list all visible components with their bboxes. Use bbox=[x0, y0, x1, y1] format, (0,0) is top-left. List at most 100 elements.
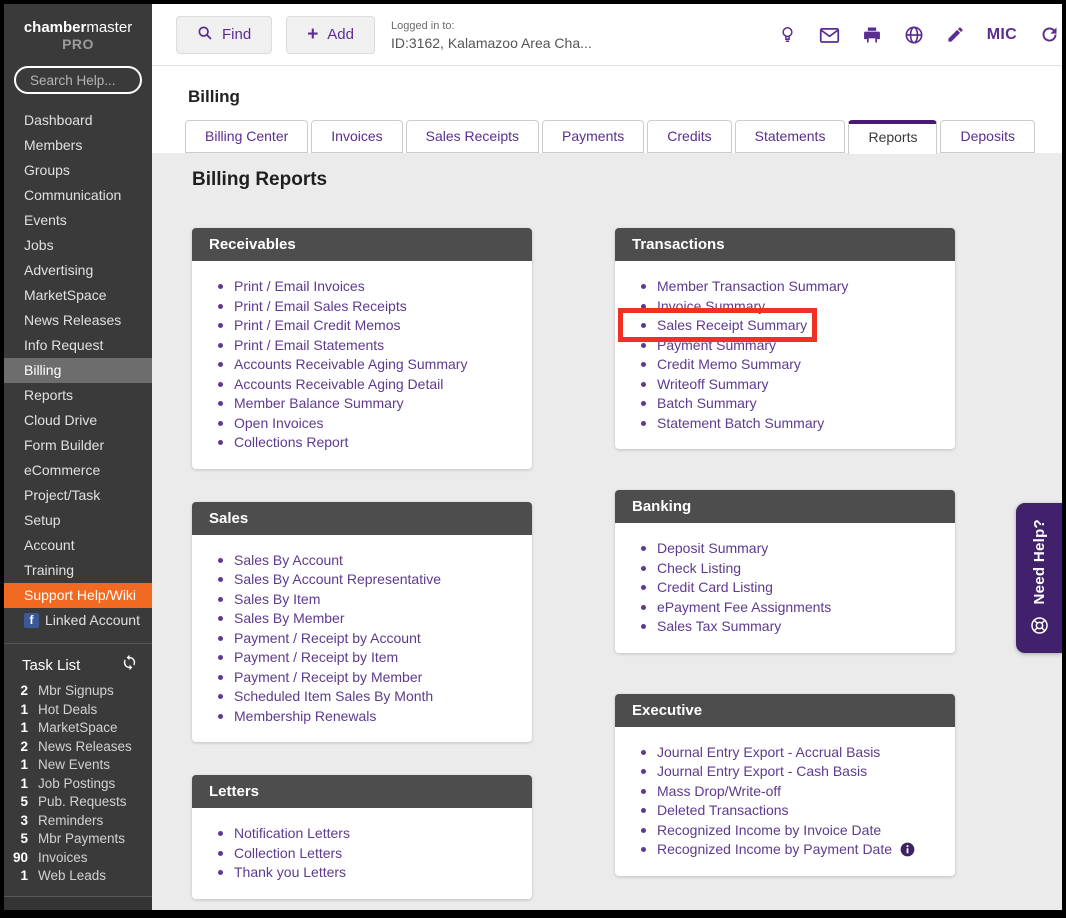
sidebar-item-communication[interactable]: Communication bbox=[4, 183, 152, 208]
report-link-writeoff-summary[interactable]: Writeoff Summary bbox=[641, 375, 941, 395]
report-link-accounts-receivable-aging-summary[interactable]: Accounts Receivable Aging Summary bbox=[218, 355, 518, 375]
report-link-membership-renewals[interactable]: Membership Renewals bbox=[218, 707, 518, 727]
report-link-sales-by-account[interactable]: Sales By Account bbox=[218, 551, 518, 571]
find-button[interactable]: Find bbox=[176, 15, 273, 54]
report-link-sales-by-account-representative[interactable]: Sales By Account Representative bbox=[218, 570, 518, 590]
sidebar-item-info-request[interactable]: Info Request bbox=[4, 333, 152, 358]
report-link-thank-you-letters[interactable]: Thank you Letters bbox=[218, 863, 518, 883]
task-item-reminders[interactable]: 3 Reminders bbox=[4, 812, 152, 831]
sidebar-item-marketspace[interactable]: MarketSpace bbox=[4, 283, 152, 308]
report-link-notification-letters[interactable]: Notification Letters bbox=[218, 824, 518, 844]
sidebar-item-ecommerce[interactable]: eCommerce bbox=[4, 458, 152, 483]
report-link-member-transaction-summary[interactable]: Member Transaction Summary bbox=[641, 277, 941, 297]
report-link-collections-report[interactable]: Collections Report bbox=[218, 433, 518, 453]
report-link-invoice-summary[interactable]: Invoice Summary bbox=[641, 297, 941, 317]
app-window: chambermaster PRO Dashboard Members Groups… bbox=[4, 4, 1062, 910]
task-item-new-events[interactable]: 1 New Events bbox=[4, 756, 152, 775]
report-link-credit-memo-summary[interactable]: Credit Memo Summary bbox=[641, 355, 941, 375]
tab-reports[interactable]: Reports bbox=[848, 120, 938, 154]
sidebar-item-news-releases[interactable]: News Releases bbox=[4, 308, 152, 333]
sidebar-item-account[interactable]: Account bbox=[4, 533, 152, 558]
report-link-statement-batch-summary[interactable]: Statement Batch Summary bbox=[641, 414, 941, 434]
mic-menu[interactable]: MIC bbox=[987, 26, 1017, 44]
pencil-icon[interactable] bbox=[946, 25, 965, 44]
add-button[interactable]: + Add bbox=[286, 15, 375, 54]
report-link-payment-receipt-by-member[interactable]: Payment / Receipt by Member bbox=[218, 668, 518, 688]
tab-statements[interactable]: Statements bbox=[734, 120, 846, 153]
report-link-sales-tax-summary[interactable]: Sales Tax Summary bbox=[641, 617, 941, 637]
task-item-mbr-signups[interactable]: 2 Mbr Signups bbox=[4, 682, 152, 701]
report-link-open-invoices[interactable]: Open Invoices bbox=[218, 414, 518, 434]
report-link-payment-receipt-by-item[interactable]: Payment / Receipt by Item bbox=[218, 648, 518, 668]
report-link-accounts-receivable-aging-detail[interactable]: Accounts Receivable Aging Detail bbox=[218, 375, 518, 395]
report-link-scheduled-item-sales-by-month[interactable]: Scheduled Item Sales By Month bbox=[218, 687, 518, 707]
tab-credits[interactable]: Credits bbox=[647, 120, 732, 153]
task-item-mbr-payments[interactable]: 5 Mbr Payments bbox=[4, 830, 152, 849]
report-link-print-email-sales-receipts[interactable]: Print / Email Sales Receipts bbox=[218, 297, 518, 317]
tab-sales-receipts[interactable]: Sales Receipts bbox=[405, 120, 540, 153]
bullet bbox=[641, 565, 646, 571]
report-link-deleted-transactions[interactable]: Deleted Transactions bbox=[641, 801, 941, 821]
refresh-icon[interactable] bbox=[1039, 24, 1060, 45]
sidebar-item-reports[interactable]: Reports bbox=[4, 383, 152, 408]
report-link-payment-summary[interactable]: Payment Summary bbox=[641, 336, 941, 356]
need-help-tab[interactable]: Need Help? bbox=[1016, 503, 1062, 653]
sidebar-item-groups[interactable]: Groups bbox=[4, 158, 152, 183]
task-item-web-leads[interactable]: 1 Web Leads bbox=[4, 867, 152, 886]
report-link-epayment-fee-assignments[interactable]: ePayment Fee Assignments bbox=[641, 598, 941, 618]
report-link-sales-by-item[interactable]: Sales By Item bbox=[218, 590, 518, 610]
sidebar-item-label: Groups bbox=[24, 162, 70, 178]
task-item-marketspace[interactable]: 1 MarketSpace bbox=[4, 719, 152, 738]
report-link-recognized-income-by-payment-date[interactable]: Recognized Income by Payment Date bbox=[641, 840, 941, 860]
report-link-label: Recognized Income by Invoice Date bbox=[657, 821, 882, 838]
task-item-news-releases[interactable]: 2 News Releases bbox=[4, 738, 152, 757]
report-link-print-email-invoices[interactable]: Print / Email Invoices bbox=[218, 277, 518, 297]
report-link-journal-entry-export-accrual-basis[interactable]: Journal Entry Export - Accrual Basis bbox=[641, 743, 941, 763]
report-link-print-email-credit-memos[interactable]: Print / Email Credit Memos bbox=[218, 316, 518, 336]
task-item-pub-requests[interactable]: 5 Pub. Requests bbox=[4, 793, 152, 812]
report-link-mass-drop-write-off[interactable]: Mass Drop/Write-off bbox=[641, 782, 941, 802]
report-link-sales-receipt-summary[interactable]: Sales Receipt Summary bbox=[641, 316, 941, 336]
tab-invoices[interactable]: Invoices bbox=[311, 120, 403, 153]
sidebar-item-billing[interactable]: Billing bbox=[4, 358, 152, 383]
task-item-hot-deals[interactable]: 1 Hot Deals bbox=[4, 701, 152, 720]
report-link-batch-summary[interactable]: Batch Summary bbox=[641, 394, 941, 414]
tab-payments[interactable]: Payments bbox=[542, 120, 645, 153]
sidebar-item-setup[interactable]: Setup bbox=[4, 508, 152, 533]
report-link-collection-letters[interactable]: Collection Letters bbox=[218, 844, 518, 864]
need-help-label: Need Help? bbox=[1030, 519, 1048, 605]
info-icon[interactable] bbox=[900, 842, 915, 857]
lightbulb-icon[interactable] bbox=[778, 24, 797, 45]
sidebar-item-events[interactable]: Events bbox=[4, 208, 152, 233]
tab-billing-center[interactable]: Billing Center bbox=[185, 120, 309, 153]
report-link-credit-card-listing[interactable]: Credit Card Listing bbox=[641, 578, 941, 598]
report-link-sales-by-member[interactable]: Sales By Member bbox=[218, 609, 518, 629]
task-item-invoices[interactable]: 90 Invoices bbox=[4, 849, 152, 868]
sync-icon[interactable] bbox=[121, 654, 138, 676]
report-link-journal-entry-export-cash-basis[interactable]: Journal Entry Export - Cash Basis bbox=[641, 762, 941, 782]
envelope-icon[interactable] bbox=[819, 26, 840, 44]
report-link-label: Notification Letters bbox=[234, 825, 350, 841]
report-link-recognized-income-by-invoice-date[interactable]: Recognized Income by Invoice Date bbox=[641, 821, 941, 841]
sidebar-item-training[interactable]: Training bbox=[4, 558, 152, 583]
search-help-input[interactable] bbox=[14, 66, 142, 94]
sidebar-item-jobs[interactable]: Jobs bbox=[4, 233, 152, 258]
report-link-check-listing[interactable]: Check Listing bbox=[641, 559, 941, 579]
printer-icon[interactable] bbox=[862, 25, 882, 45]
sidebar-item-cloud-drive[interactable]: Cloud Drive bbox=[4, 408, 152, 433]
report-link-print-email-statements[interactable]: Print / Email Statements bbox=[218, 336, 518, 356]
tab-deposits[interactable]: Deposits bbox=[940, 120, 1035, 153]
report-link-member-balance-summary[interactable]: Member Balance Summary bbox=[218, 394, 518, 414]
sidebar-item-project-task[interactable]: Project/Task bbox=[4, 483, 152, 508]
sidebar-item-members[interactable]: Members bbox=[4, 133, 152, 158]
sidebar-item-form-builder[interactable]: Form Builder bbox=[4, 433, 152, 458]
task-item-job-postings[interactable]: 1 Job Postings bbox=[4, 775, 152, 794]
report-link-label: Credit Memo Summary bbox=[657, 356, 801, 372]
sidebar-item-dashboard[interactable]: Dashboard bbox=[4, 108, 152, 133]
sidebar-item-advertising[interactable]: Advertising bbox=[4, 258, 152, 283]
report-link-deposit-summary[interactable]: Deposit Summary bbox=[641, 539, 941, 559]
globe-icon[interactable] bbox=[904, 25, 924, 45]
report-link-payment-receipt-by-account[interactable]: Payment / Receipt by Account bbox=[218, 629, 518, 649]
sidebar-item-linked-account[interactable]: f Linked Account bbox=[4, 608, 152, 633]
sidebar-item-support-help-wiki[interactable]: Support Help/Wiki bbox=[4, 583, 152, 608]
